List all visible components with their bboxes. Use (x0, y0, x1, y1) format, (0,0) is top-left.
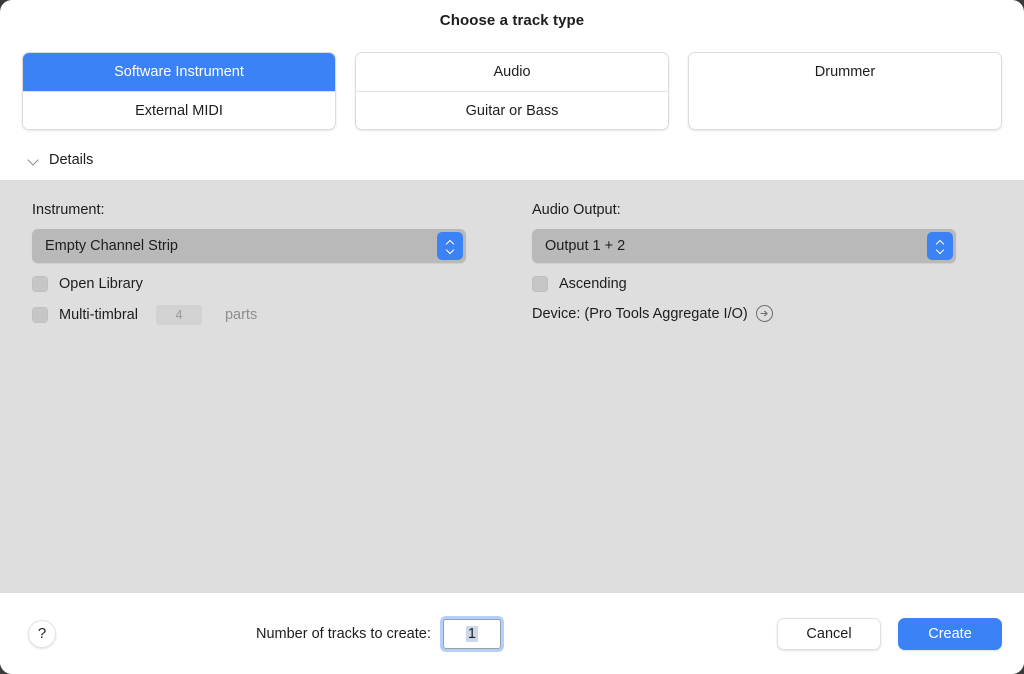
parts-label: parts (224, 307, 258, 323)
parts-input[interactable]: 4 (155, 305, 202, 325)
ascending-label: Ascending (559, 276, 627, 292)
multi-timbral-label: Multi-timbral (59, 307, 138, 323)
instrument-column: Instrument: Empty Channel Strip Open Lib… (0, 202, 512, 593)
chevron-down-icon (28, 154, 40, 166)
audio-output-popup-button[interactable]: Output 1 + 2 (532, 229, 956, 263)
chevron-up-icon (446, 240, 455, 245)
track-type-group-midi: Software Instrument External MIDI (22, 52, 336, 130)
instrument-label: Instrument: (32, 202, 105, 218)
multi-timbral-row[interactable]: Multi-timbral 4 parts (32, 305, 492, 325)
track-type-audio[interactable]: Audio (356, 53, 668, 91)
device-label: Device: (Pro Tools Aggregate I/O) (532, 305, 748, 322)
track-type-external-midi[interactable]: External MIDI (23, 91, 335, 129)
instrument-stepper-icon[interactable] (437, 232, 463, 260)
footer-actions: Cancel Create (777, 617, 1002, 650)
page-title: Choose a track type (439, 11, 585, 29)
ascending-row[interactable]: Ascending (532, 276, 1004, 292)
audio-output-column: Audio Output: Output 1 + 2 Ascending Dev… (512, 202, 1024, 593)
multi-timbral-checkbox[interactable] (32, 307, 48, 323)
track-type-drummer[interactable]: Drummer (689, 53, 1001, 91)
help-button[interactable]: ? (28, 619, 56, 648)
audio-output-stepper-icon[interactable] (927, 232, 953, 260)
details-label: Details (49, 152, 94, 168)
chevron-up-icon (936, 240, 945, 245)
tracks-count-value: 1 (465, 625, 478, 642)
device-row: Device: (Pro Tools Aggregate I/O) (532, 305, 1004, 322)
dialog-footer: ? Number of tracks to create: 1 Cancel C… (0, 593, 1024, 674)
tracks-count-input[interactable]: 1 (442, 618, 501, 649)
create-button[interactable]: Create (898, 617, 1002, 650)
audio-output-label: Audio Output: (532, 202, 621, 218)
track-type-chooser: Software Instrument External MIDI Audio … (0, 40, 1024, 130)
chevron-down-icon (936, 248, 945, 253)
ascending-checkbox[interactable] (532, 276, 548, 292)
track-type-software-instrument[interactable]: Software Instrument (23, 53, 335, 91)
open-library-row[interactable]: Open Library (32, 276, 492, 292)
tracks-count-group: Number of tracks to create: 1 (256, 618, 501, 649)
arrow-right-circle-icon[interactable] (755, 305, 773, 322)
dialog-title-bar: Choose a track type (0, 0, 1024, 40)
instrument-popup-button[interactable]: Empty Channel Strip (32, 229, 466, 263)
details-disclosure[interactable]: Details (0, 130, 1024, 180)
open-library-checkbox[interactable] (32, 276, 48, 292)
instrument-value: Empty Channel Strip (45, 238, 178, 254)
track-type-group-audio: Audio Guitar or Bass (355, 52, 669, 130)
track-type-guitar-or-bass[interactable]: Guitar or Bass (356, 91, 668, 129)
audio-output-value: Output 1 + 2 (545, 238, 626, 254)
details-panel: Instrument: Empty Channel Strip Open Lib… (0, 180, 1024, 593)
cancel-button[interactable]: Cancel (777, 617, 881, 650)
tracks-count-label: Number of tracks to create: (256, 625, 431, 642)
new-track-dialog: Choose a track type Software Instrument … (0, 0, 1024, 674)
track-type-group-drummer: Drummer (688, 52, 1002, 130)
chevron-down-icon (446, 248, 455, 253)
open-library-label: Open Library (59, 276, 143, 292)
